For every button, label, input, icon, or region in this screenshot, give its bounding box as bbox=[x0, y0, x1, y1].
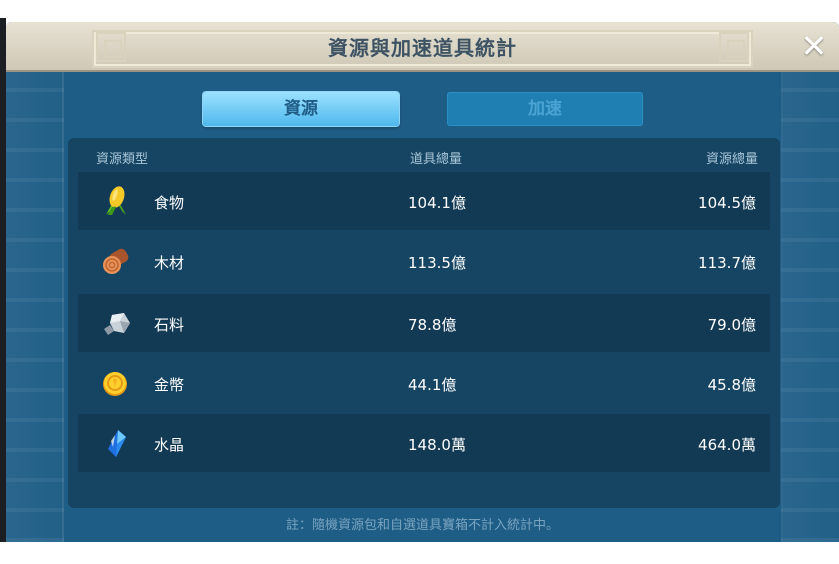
item-total: 148.0萬 bbox=[408, 436, 466, 454]
table-row: 食物 104.1億 104.5億 bbox=[78, 172, 770, 230]
table-row: 木材 113.5億 113.7億 bbox=[78, 232, 770, 290]
resource-name: 石料 bbox=[154, 316, 185, 334]
resource-total: 464.0萬 bbox=[698, 436, 756, 454]
item-total: 113.5億 bbox=[408, 254, 466, 272]
gold-coin-icon bbox=[103, 372, 127, 396]
close-button[interactable]: ✕ bbox=[799, 30, 829, 62]
column-header-resource-total: 資源總量 bbox=[705, 152, 758, 167]
resource-name: 水晶 bbox=[154, 436, 185, 454]
table-row: 水晶 148.0萬 464.0萬 bbox=[78, 414, 770, 472]
resource-total: 113.7億 bbox=[698, 254, 756, 272]
resource-total: 45.8億 bbox=[707, 376, 756, 394]
dialog-title: 資源與加速道具統計 bbox=[328, 36, 517, 60]
wood-log-icon bbox=[103, 248, 129, 274]
right-border-decoration bbox=[781, 72, 839, 542]
table-row: 石料 78.8億 79.0億 bbox=[78, 294, 770, 352]
stats-dialog: 資源與加速道具統計 ✕ 資源 加速 資源類型 道具總量 資源總量 食物 104.… bbox=[6, 22, 839, 542]
item-total: 104.1億 bbox=[408, 194, 466, 212]
column-header-type: 資源類型 bbox=[96, 152, 149, 167]
resource-name: 金幣 bbox=[154, 376, 185, 394]
stone-icon bbox=[104, 313, 130, 335]
column-header-item-total: 道具總量 bbox=[410, 152, 463, 167]
resource-name: 木材 bbox=[154, 254, 185, 272]
resource-total: 79.0億 bbox=[707, 316, 756, 334]
item-total: 78.8億 bbox=[408, 316, 457, 334]
resource-name: 食物 bbox=[154, 194, 185, 212]
footer-note: 註：隨機資源包和自選道具寶箱不計入統計中。 bbox=[285, 518, 559, 533]
table-row: 金幣 44.1億 45.8億 bbox=[78, 354, 770, 412]
resource-table: 資源類型 道具總量 資源總量 食物 104.1億 104.5億 木材 113.5… bbox=[68, 138, 780, 508]
tab-resources[interactable]: 資源 bbox=[203, 92, 399, 126]
left-border-decoration bbox=[6, 72, 64, 542]
dialog-header: 資源與加速道具統計 ✕ bbox=[6, 22, 839, 72]
crystal-icon bbox=[108, 430, 126, 457]
tab-speedups[interactable]: 加速 bbox=[447, 92, 643, 126]
resource-total: 104.5億 bbox=[698, 194, 756, 212]
item-total: 44.1億 bbox=[408, 376, 457, 394]
corn-icon bbox=[106, 186, 126, 215]
